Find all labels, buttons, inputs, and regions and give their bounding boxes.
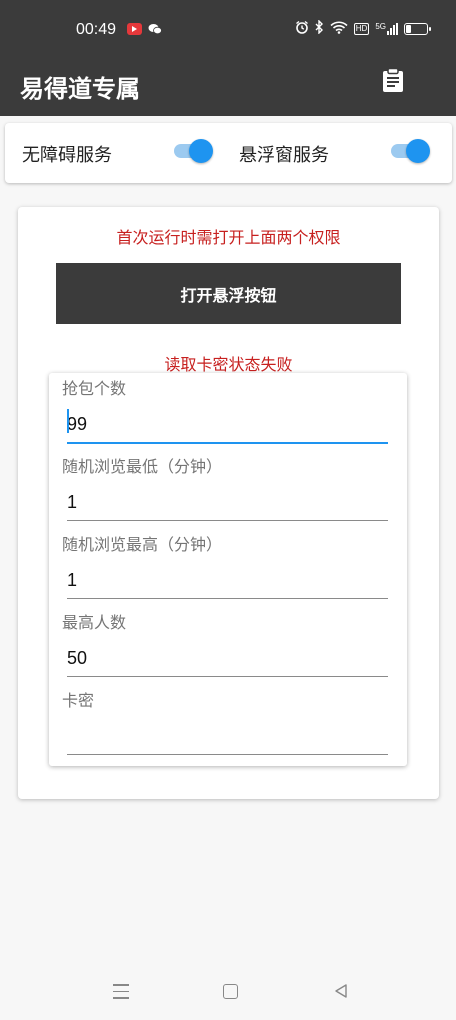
card-key-status: 读取卡密状态失败 [164, 355, 293, 374]
navigation-bar [0, 964, 456, 1020]
signal-icon: 5G [375, 21, 398, 35]
floating-window-service-label: 悬浮窗服务 [239, 145, 329, 166]
accessibility-service-label: 无障碍服务 [22, 145, 112, 166]
browse-min-input[interactable] [67, 484, 388, 521]
battery-icon [404, 22, 431, 35]
bluetooth-icon [315, 19, 324, 37]
permission-notice: 首次运行时需打开上面两个权限 [116, 228, 341, 247]
network-type-label: 5G [375, 21, 386, 31]
app-title: 易得道专属 [20, 75, 140, 103]
browse-max-label: 随机浏览最高（分钟） [62, 535, 223, 554]
open-float-button[interactable]: 打开悬浮按钮 [56, 263, 401, 324]
status-right-icons: HD 5G [295, 19, 431, 37]
card-key-label: 卡密 [62, 691, 95, 710]
settings-form: 抢包个数 随机浏览最低（分钟） 随机浏览最高（分钟） 最高人数 卡密 [49, 373, 407, 766]
browse-min-label: 随机浏览最低（分钟） [62, 457, 223, 476]
max-people-input[interactable] [67, 640, 388, 677]
app-bar: 易得道专属 [0, 60, 456, 116]
grab-count-input[interactable] [67, 406, 388, 444]
status-bar: 00:49 HD 5G [0, 0, 456, 60]
menu-icon[interactable] [113, 984, 129, 1004]
card-key-input[interactable] [67, 718, 388, 755]
status-time: 00:49 [76, 21, 117, 38]
status-left-icons [127, 23, 162, 37]
grab-count-label: 抢包个数 [62, 379, 127, 398]
main-card: 首次运行时需打开上面两个权限 打开悬浮按钮 读取卡密状态失败 抢包个数 随机浏览… [18, 207, 439, 799]
video-app-icon [127, 23, 142, 35]
floating-window-service-switch[interactable] [391, 139, 430, 163]
accessibility-service-switch[interactable] [174, 139, 213, 163]
services-card: 无障碍服务 悬浮窗服务 [5, 123, 452, 183]
max-people-label: 最高人数 [62, 613, 127, 632]
wechat-icon [148, 23, 162, 37]
hd-icon: HD [353, 22, 370, 35]
clipboard-icon[interactable] [380, 67, 406, 93]
home-icon[interactable] [223, 984, 238, 999]
alarm-icon [295, 20, 309, 37]
back-icon[interactable] [333, 983, 349, 999]
text-cursor [67, 409, 69, 433]
wifi-icon [330, 21, 348, 37]
browse-max-input[interactable] [67, 562, 388, 599]
